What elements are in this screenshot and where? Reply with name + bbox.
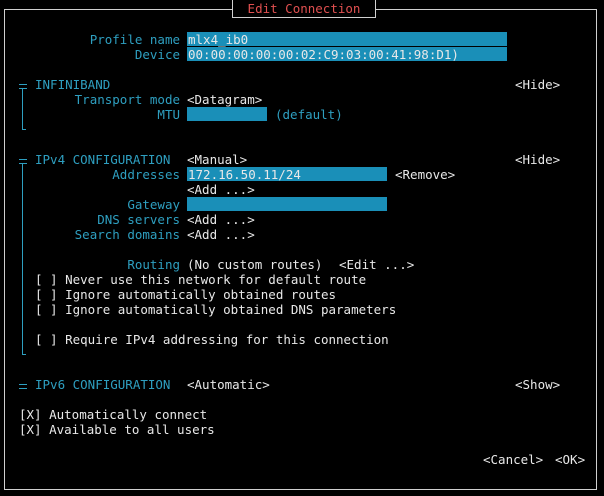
ignore-dns-checkbox[interactable]: [ ] Ignore automatically obtained DNS pa…: [35, 302, 396, 317]
ipv4-section-end: [22, 354, 26, 355]
infiniband-hide-button[interactable]: <Hide>: [515, 77, 560, 92]
ipv6-show-button[interactable]: <Show>: [515, 377, 560, 392]
infiniband-section-end: [22, 129, 26, 130]
infiniband-header: INFINIBAND: [35, 77, 111, 92]
all-users-checkbox[interactable]: [X] Available to all users: [19, 422, 215, 437]
ignore-routes-checkbox[interactable]: [ ] Ignore automatically obtained routes: [35, 287, 336, 302]
profile-name-label: Profile name: [89, 32, 180, 47]
ipv4-header: IPv4 CONFIGURATION: [35, 152, 171, 167]
ipv4-method-select[interactable]: <Manual>: [187, 152, 247, 167]
device-label: Device: [134, 47, 180, 62]
ipv4-hide-button[interactable]: <Hide>: [515, 152, 560, 167]
never-default-route-checkbox[interactable]: [ ] Never use this network for default r…: [35, 272, 366, 287]
gateway-field[interactable]: [187, 197, 387, 211]
mtu-label: MTU: [157, 107, 180, 122]
ipv6-section-marker: [19, 384, 27, 385]
infiniband-section-marker-2: [19, 88, 27, 89]
routing-edit-button[interactable]: <Edit ...>: [339, 257, 414, 272]
routing-label: Routing: [127, 257, 180, 272]
ipv4-section-marker: [19, 159, 27, 160]
dialog-title: Edit Connection: [232, 0, 376, 18]
transport-mode-select[interactable]: <Datagram>: [187, 92, 262, 107]
device-field[interactable]: 00:00:00:00:00:02:C9:03:00:41:98:D1): [187, 47, 507, 62]
require-ipv4-checkbox[interactable]: [ ] Require IPv4 addressing for this con…: [35, 332, 389, 347]
dns-add-button[interactable]: <Add ...>: [187, 212, 255, 227]
add-address-button[interactable]: <Add ...>: [187, 182, 255, 197]
routing-value: (No custom routes): [187, 257, 323, 272]
address-remove-button[interactable]: <Remove>: [395, 167, 455, 182]
address-field[interactable]: 172.16.50.11/24: [187, 167, 387, 182]
gateway-label: Gateway: [127, 197, 180, 212]
infiniband-section-marker: [19, 84, 27, 85]
profile-name-field[interactable]: mlx4_ib0: [187, 32, 507, 47]
ipv6-header: IPv6 CONFIGURATION: [35, 377, 171, 392]
auto-connect-checkbox[interactable]: [X] Automatically connect: [19, 407, 207, 422]
transport-mode-label: Transport mode: [74, 92, 180, 107]
ipv4-section-marker-2: [19, 163, 27, 164]
ok-button[interactable]: <OK>: [555, 452, 585, 467]
search-domains-add-button[interactable]: <Add ...>: [187, 227, 255, 242]
search-domains-label: Search domains: [74, 227, 180, 242]
addresses-label: Addresses: [112, 167, 180, 182]
dns-servers-label: DNS servers: [97, 212, 180, 227]
cancel-button[interactable]: <Cancel>: [483, 452, 543, 467]
mtu-default-text: (default): [275, 107, 343, 122]
ipv6-section-marker-2: [19, 388, 27, 389]
ipv6-method-select[interactable]: <Automatic>: [187, 377, 270, 392]
mtu-field[interactable]: [187, 107, 267, 121]
